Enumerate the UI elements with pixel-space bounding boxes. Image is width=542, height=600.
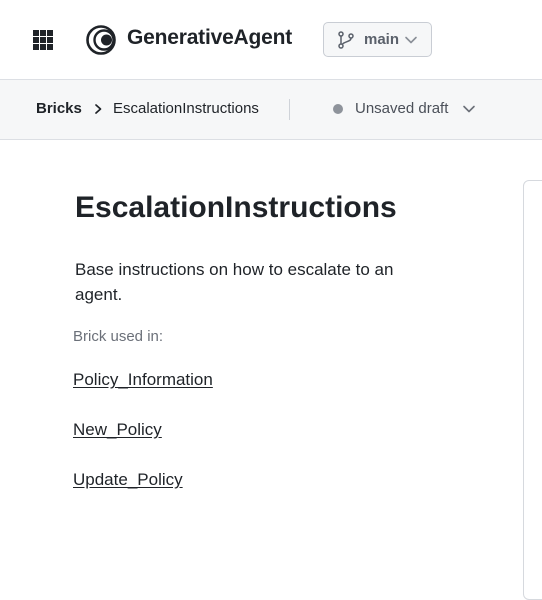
breadcrumb-bricks-link[interactable]: Bricks	[36, 100, 82, 117]
list-item: Update_Policy	[73, 470, 213, 520]
apps-dot	[33, 44, 39, 50]
list-item: New_Policy	[73, 420, 213, 470]
branch-selector-button[interactable]: main	[323, 22, 432, 57]
page-title: EscalationInstructions	[75, 191, 397, 224]
used-in-link-update-policy[interactable]: Update_Policy	[73, 470, 183, 489]
chevron-down-icon	[405, 36, 417, 44]
apps-dot	[33, 30, 39, 36]
apps-dot	[40, 37, 46, 43]
draft-status-label: Unsaved draft	[355, 100, 449, 117]
chevron-down-icon	[463, 105, 475, 113]
apps-dot	[47, 44, 53, 50]
apps-dot	[33, 37, 39, 43]
git-branch-icon	[338, 31, 354, 49]
breadcrumb-current: EscalationInstructions	[113, 100, 259, 117]
list-item: Policy_Information	[73, 370, 213, 420]
branch-label: main	[364, 31, 400, 48]
brick-description: Base instructions on how to escalate to …	[75, 260, 394, 304]
divider	[289, 99, 290, 120]
chevron-right-icon	[95, 104, 102, 114]
apps-dot	[47, 30, 53, 36]
used-in-list: Policy_Information New_Policy Update_Pol…	[73, 370, 213, 520]
apps-grid-icon[interactable]	[33, 30, 53, 50]
breadcrumb: Bricks EscalationInstructions Unsaved dr…	[0, 80, 542, 140]
used-in-label: Brick used in:	[73, 328, 164, 345]
app-title: GenerativeAgent	[127, 26, 293, 49]
logo-icon	[86, 25, 116, 55]
editor-side-panel	[523, 180, 542, 600]
draft-status-dropdown[interactable]: Unsaved draft	[327, 94, 487, 124]
used-in-link-new-policy[interactable]: New_Policy	[73, 420, 162, 439]
status-dot	[333, 104, 343, 114]
apps-dot	[40, 44, 46, 50]
apps-dot	[47, 37, 53, 43]
apps-dot	[40, 30, 46, 36]
top-header: GenerativeAgent main	[0, 0, 542, 80]
used-in-link-policy-information[interactable]: Policy_Information	[73, 370, 213, 389]
